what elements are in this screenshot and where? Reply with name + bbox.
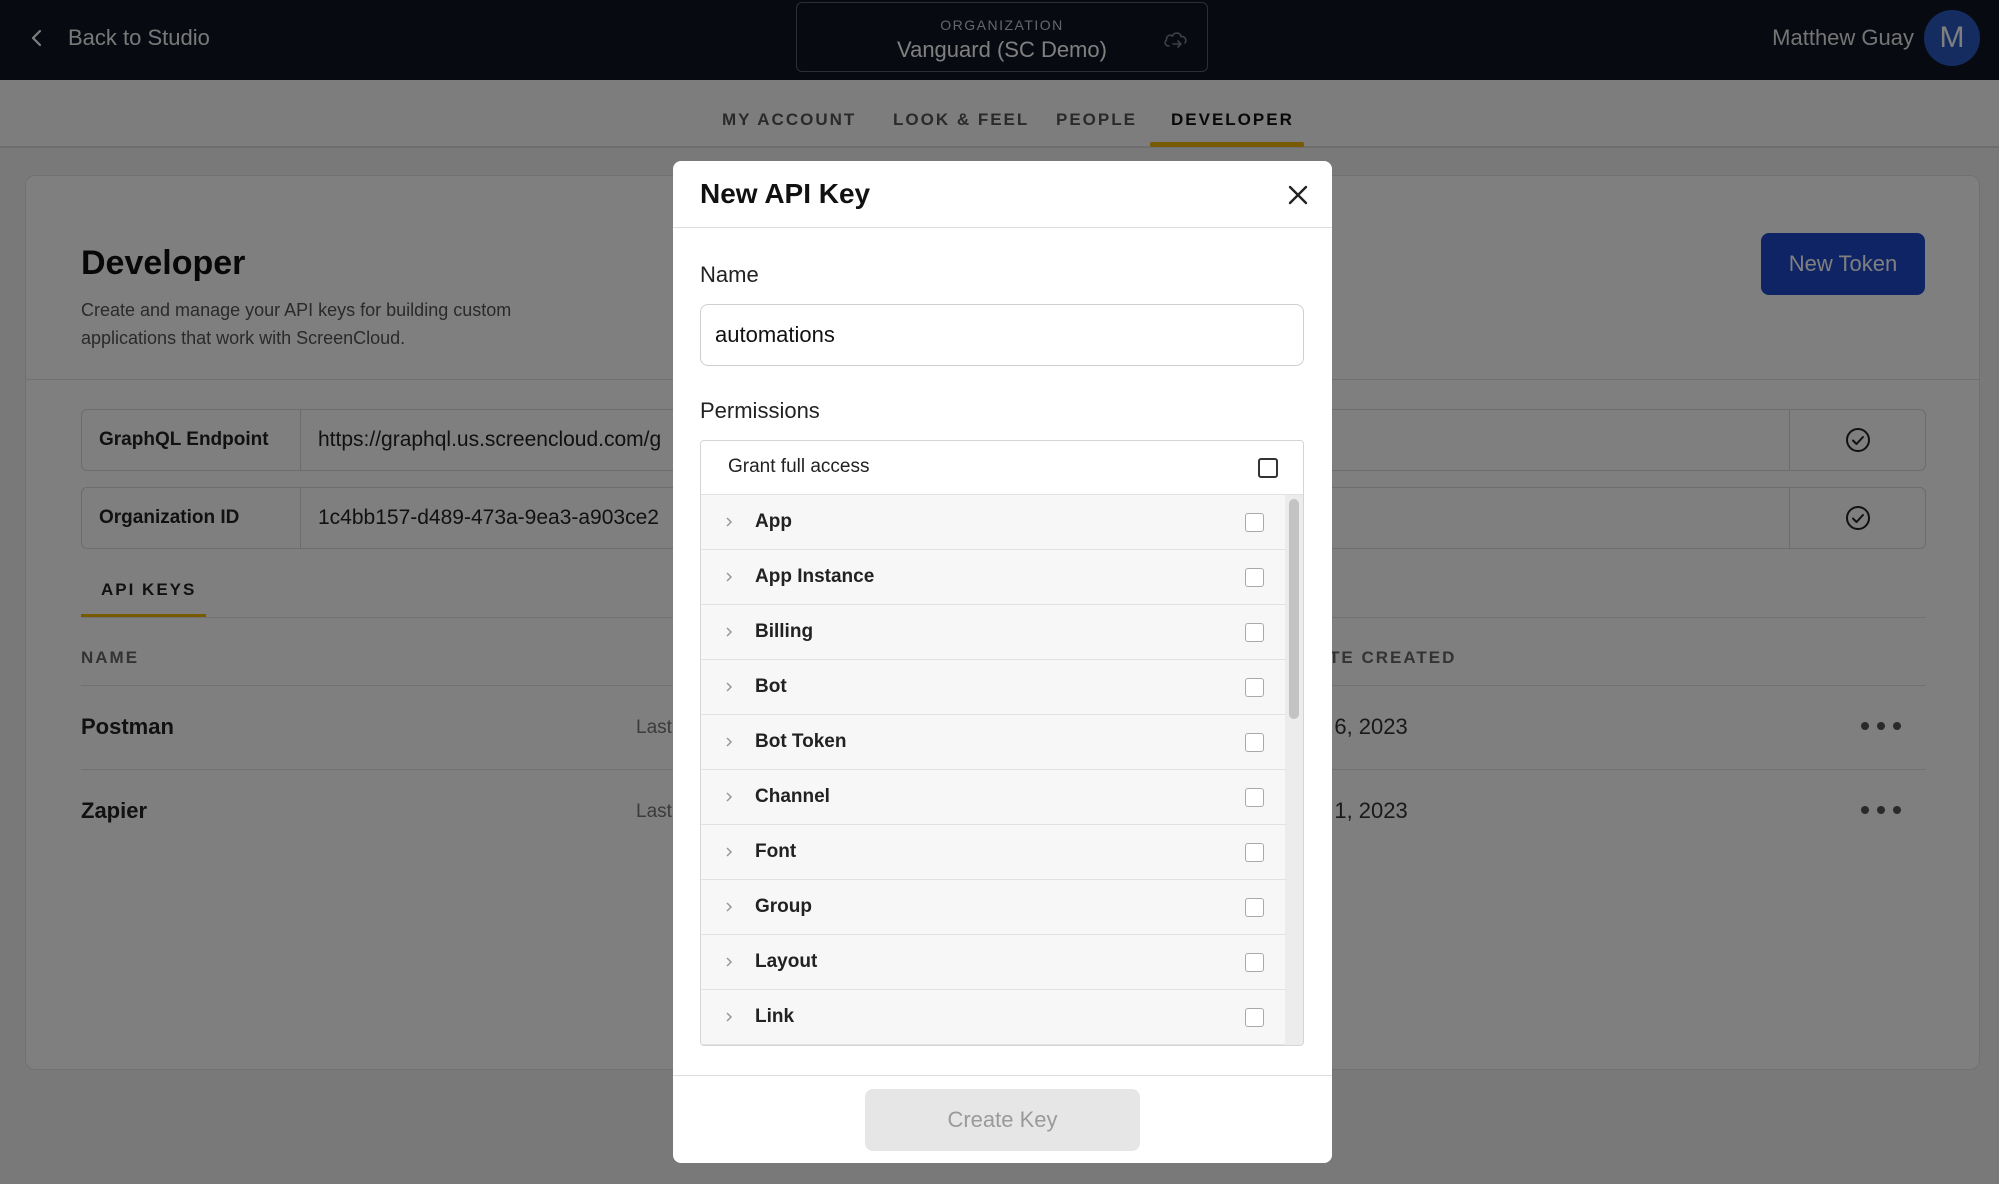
permission-label: Bot Token — [755, 731, 847, 752]
permission-item-bot[interactable]: Bot — [701, 660, 1287, 715]
chevron-right-icon — [726, 737, 733, 747]
permissions-label: Permissions — [700, 398, 820, 423]
permission-checkbox[interactable] — [1245, 733, 1264, 752]
close-icon[interactable] — [1284, 181, 1312, 209]
permission-item-channel[interactable]: Channel — [701, 770, 1287, 825]
permission-item-billing[interactable]: Billing — [701, 605, 1287, 660]
permission-item-bot-token[interactable]: Bot Token — [701, 715, 1287, 770]
grant-full-access-label: Grant full access — [728, 456, 870, 477]
create-key-button[interactable]: Create Key — [865, 1089, 1140, 1151]
chevron-right-icon — [726, 957, 733, 967]
permission-label: Link — [755, 1006, 795, 1027]
permission-label: Channel — [755, 786, 830, 807]
permission-item-app-instance[interactable]: App Instance — [701, 550, 1287, 605]
permission-item-link[interactable]: Link — [701, 990, 1287, 1045]
chevron-right-icon — [726, 1012, 733, 1022]
scrollbar-thumb[interactable] — [1289, 499, 1299, 719]
permissions-scrollbar[interactable] — [1285, 495, 1303, 1045]
chevron-right-icon — [726, 517, 733, 527]
permission-label: Font — [755, 841, 797, 862]
permission-label: Billing — [755, 621, 814, 642]
permission-checkbox[interactable] — [1245, 898, 1264, 917]
dialog-header: New API Key — [673, 161, 1332, 228]
grant-full-access-checkbox[interactable] — [1258, 458, 1278, 478]
permission-checkbox[interactable] — [1245, 513, 1264, 532]
permission-item-layout[interactable]: Layout — [701, 935, 1287, 990]
grant-full-access-row[interactable]: Grant full access — [701, 441, 1303, 495]
permission-label: App Instance — [755, 566, 875, 587]
chevron-right-icon — [726, 847, 733, 857]
chevron-right-icon — [726, 627, 733, 637]
permission-item-group[interactable]: Group — [701, 880, 1287, 935]
permission-label: Group — [755, 896, 812, 917]
name-input[interactable] — [700, 304, 1304, 366]
permission-checkbox[interactable] — [1245, 623, 1264, 642]
permissions-list: Grant full access App App Instance Billi… — [700, 440, 1304, 1046]
chevron-right-icon — [726, 572, 733, 582]
permission-label: App — [755, 511, 792, 532]
permission-label: Layout — [755, 951, 818, 972]
permission-item-font[interactable]: Font — [701, 825, 1287, 880]
permission-checkbox[interactable] — [1245, 788, 1264, 807]
chevron-right-icon — [726, 682, 733, 692]
permission-checkbox[interactable] — [1245, 843, 1264, 862]
chevron-right-icon — [726, 792, 733, 802]
name-field-label: Name — [700, 262, 759, 287]
permission-items: App App Instance Billing Bot Bot Token C… — [701, 495, 1287, 1045]
permission-checkbox[interactable] — [1245, 1008, 1264, 1027]
permission-checkbox[interactable] — [1245, 953, 1264, 972]
new-api-key-dialog: New API Key Name Permissions Grant full … — [673, 161, 1332, 1163]
divider — [673, 1075, 1332, 1076]
permission-item-app[interactable]: App — [701, 495, 1287, 550]
permission-checkbox[interactable] — [1245, 568, 1264, 587]
permission-label: Bot — [755, 676, 787, 697]
permission-checkbox[interactable] — [1245, 678, 1264, 697]
chevron-right-icon — [726, 902, 733, 912]
dialog-title: New API Key — [700, 178, 871, 209]
